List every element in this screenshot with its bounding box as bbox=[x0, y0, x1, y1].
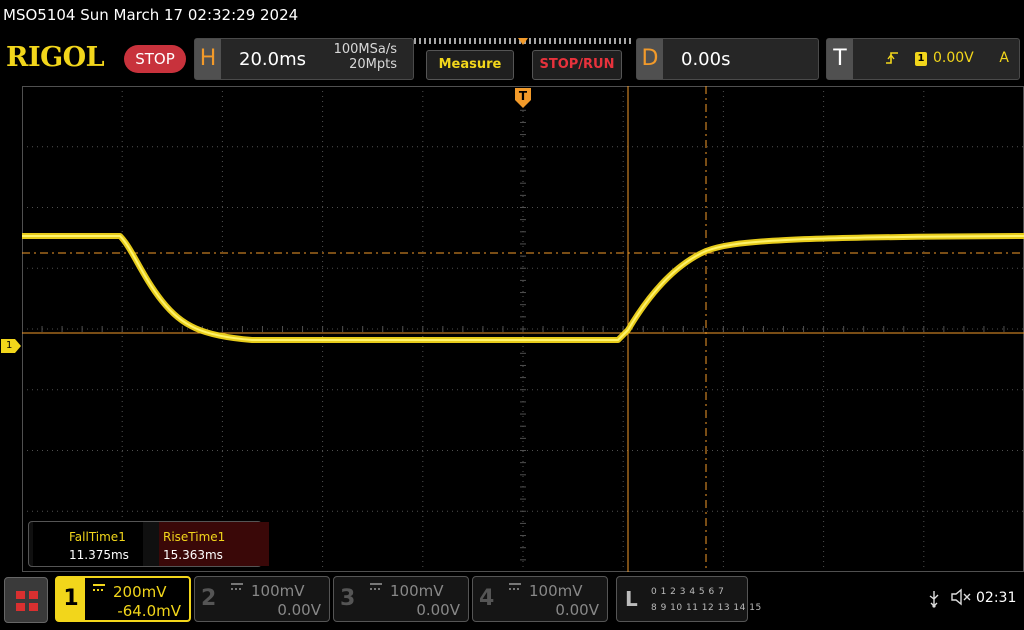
channel-3-panel[interactable]: 3 100mV 0.00V bbox=[333, 576, 469, 622]
trigger-panel[interactable]: T 1 0.00V A bbox=[826, 38, 1020, 80]
delay-letter: D bbox=[637, 39, 663, 79]
logic-channels-row-2: 8 9 10 11 12 13 14 15 bbox=[651, 603, 762, 613]
channel-2-panel[interactable]: 2 100mV 0.00V bbox=[194, 576, 330, 622]
measurement-results: FallTime1 11.375ms RiseTime1 15.363ms bbox=[28, 521, 269, 567]
trigger-letter: T bbox=[827, 39, 853, 79]
measurement-label: RiseTime1 bbox=[163, 530, 226, 544]
top-toolbar: RIGOL STOP H 20.0ms 100MSa/s 20Mpts Meas… bbox=[0, 36, 1024, 82]
channel-scale: 100mV bbox=[529, 582, 583, 600]
run-state-badge[interactable]: STOP bbox=[124, 45, 186, 73]
channel-number: 4 bbox=[479, 586, 495, 611]
trigger-level: 0.00V bbox=[933, 50, 974, 66]
graticule bbox=[22, 86, 1024, 572]
channel-offset: 0.00V bbox=[277, 601, 321, 619]
measurement-value: 15.363ms bbox=[163, 548, 223, 562]
memory-depth: 20Mpts bbox=[349, 57, 397, 72]
trigger-mode: A bbox=[999, 50, 1009, 66]
channel-offset: 0.00V bbox=[555, 601, 599, 619]
trigger-position-marker[interactable]: T bbox=[515, 88, 531, 108]
waveform-svg bbox=[22, 86, 1024, 572]
rigol-logo: RIGOL bbox=[6, 42, 105, 73]
dc-coupling-icon bbox=[231, 583, 243, 590]
measure-button[interactable]: Measure bbox=[426, 50, 514, 80]
rising-edge-icon bbox=[885, 50, 899, 70]
dc-coupling-icon bbox=[370, 583, 382, 590]
delay-panel[interactable]: D 0.00s bbox=[636, 38, 819, 80]
dc-coupling-icon bbox=[509, 583, 521, 590]
measurement-label: FallTime1 bbox=[69, 530, 126, 544]
channel-scale: 100mV bbox=[390, 582, 444, 600]
channel-4-panel[interactable]: 4 100mV 0.00V bbox=[472, 576, 608, 622]
channel-bar: 1 200mV -64.0mV 2 100mV 0.00V 3 100mV 0.… bbox=[0, 574, 1024, 630]
channel-number: 3 bbox=[340, 586, 356, 611]
horizontal-letter: H bbox=[195, 39, 221, 79]
acquisition-info: 100MSa/s 20Mpts bbox=[334, 42, 397, 72]
channel-1-panel[interactable]: 1 200mV -64.0mV bbox=[55, 576, 191, 622]
channel-scale: 200mV bbox=[113, 583, 167, 601]
channel-offset: -64.0mV bbox=[117, 602, 181, 620]
dc-coupling-icon bbox=[93, 584, 105, 591]
logic-analyzer-panel[interactable]: L 0 1 2 3 4 5 6 7 8 9 10 11 12 13 14 15 bbox=[616, 576, 761, 622]
title-bar: MSO5104 Sun March 17 02:32:29 2024 bbox=[0, 0, 1024, 32]
sample-rate: 100MSa/s bbox=[333, 42, 397, 57]
logic-channels-row-1: 0 1 2 3 4 5 6 7 bbox=[651, 587, 725, 597]
main-menu-button[interactable] bbox=[4, 577, 48, 623]
channel-number: 2 bbox=[201, 586, 217, 611]
window-title: MSO5104 Sun March 17 02:32:29 2024 bbox=[3, 6, 299, 24]
stop-run-button[interactable]: STOP/RUN bbox=[532, 50, 622, 80]
measurement-fall-time[interactable]: FallTime1 11.375ms bbox=[33, 522, 143, 566]
waveform-display[interactable] bbox=[22, 86, 1024, 572]
logic-letter: L bbox=[625, 587, 638, 611]
memory-position-bar bbox=[414, 38, 634, 45]
channel-number: 1 bbox=[57, 578, 85, 620]
measurement-value: 11.375ms bbox=[69, 548, 129, 562]
speaker-muted-icon[interactable] bbox=[950, 588, 972, 611]
ch1-offset-marker[interactable]: 1 bbox=[1, 339, 21, 353]
trigger-source-badge: 1 bbox=[915, 52, 927, 66]
usb-icon bbox=[928, 590, 940, 612]
horizontal-panel[interactable]: H 20.0ms 100MSa/s 20Mpts bbox=[194, 38, 414, 80]
measurement-rise-time[interactable]: RiseTime1 15.363ms bbox=[159, 522, 269, 566]
trigger-marker-label: T bbox=[515, 88, 531, 108]
system-clock: 02:31 bbox=[976, 590, 1017, 606]
channel-offset: 0.00V bbox=[416, 601, 460, 619]
grid-menu-icon bbox=[16, 591, 38, 611]
delay-value: 0.00s bbox=[681, 49, 731, 70]
timebase-value: 20.0ms bbox=[239, 49, 306, 70]
memory-position-marker bbox=[518, 38, 528, 45]
channel-scale: 100mV bbox=[251, 582, 305, 600]
